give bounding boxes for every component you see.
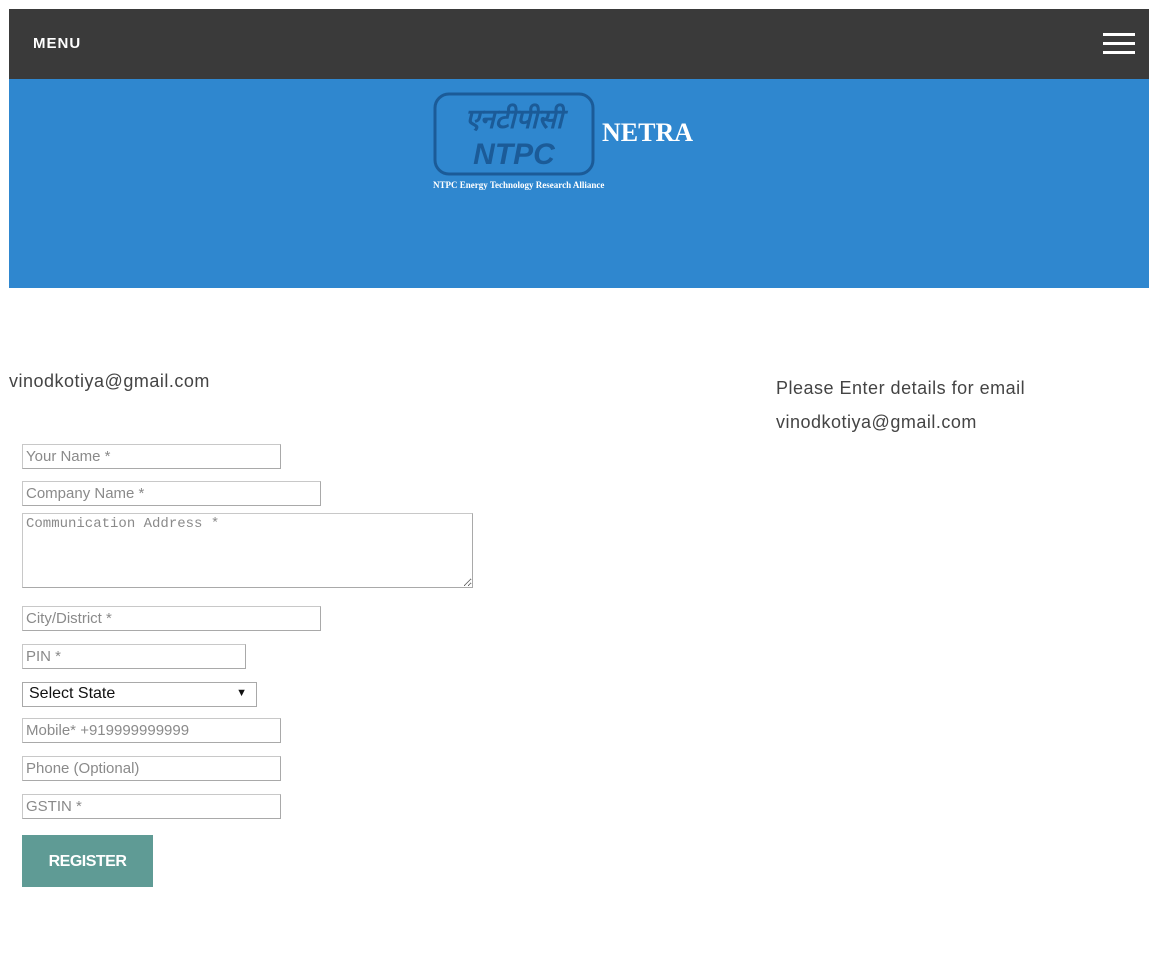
info-panel: Please Enter details for email vinodkoti…	[776, 371, 1025, 439]
register-button[interactable]: REGISTER	[22, 835, 153, 887]
mobile-input[interactable]	[22, 718, 281, 743]
hamburger-line	[1103, 33, 1135, 36]
company-input[interactable]	[22, 481, 321, 506]
hamburger-line	[1103, 51, 1135, 54]
brand-name: NETRA	[602, 118, 694, 147]
dropdown-arrow-icon: ▼	[236, 687, 247, 699]
name-input[interactable]	[22, 444, 281, 469]
state-select-value: Select State	[29, 685, 116, 702]
logo-ntpc-text: NTPC	[473, 138, 556, 171]
pin-input[interactable]	[22, 644, 246, 669]
ntpc-logo[interactable]: एनटीपीसी NTPC	[433, 92, 595, 176]
phone-input[interactable]	[22, 756, 281, 781]
logo-hindi-text: एनटीपीसी	[465, 103, 569, 135]
hamburger-icon[interactable]	[1103, 33, 1135, 55]
info-email: vinodkotiya@gmail.com	[776, 412, 977, 432]
user-email: vinodkotiya@gmail.com	[9, 371, 210, 391]
page: MENU एनटीपीसी NTPC NETRA NTPC Energy Tec…	[0, 0, 1149, 953]
hamburger-line	[1103, 42, 1135, 45]
info-text: Please Enter details for email	[776, 378, 1026, 398]
address-textarea[interactable]	[22, 513, 473, 588]
menu-label[interactable]: MENU	[33, 35, 81, 52]
state-select[interactable]: Select State ▼	[22, 682, 257, 707]
gstin-input[interactable]	[22, 794, 281, 819]
brand-subtitle: NTPC Energy Technology Research Alliance	[433, 180, 605, 190]
city-input[interactable]	[22, 606, 321, 631]
top-menu-bar: MENU	[9, 9, 1149, 79]
